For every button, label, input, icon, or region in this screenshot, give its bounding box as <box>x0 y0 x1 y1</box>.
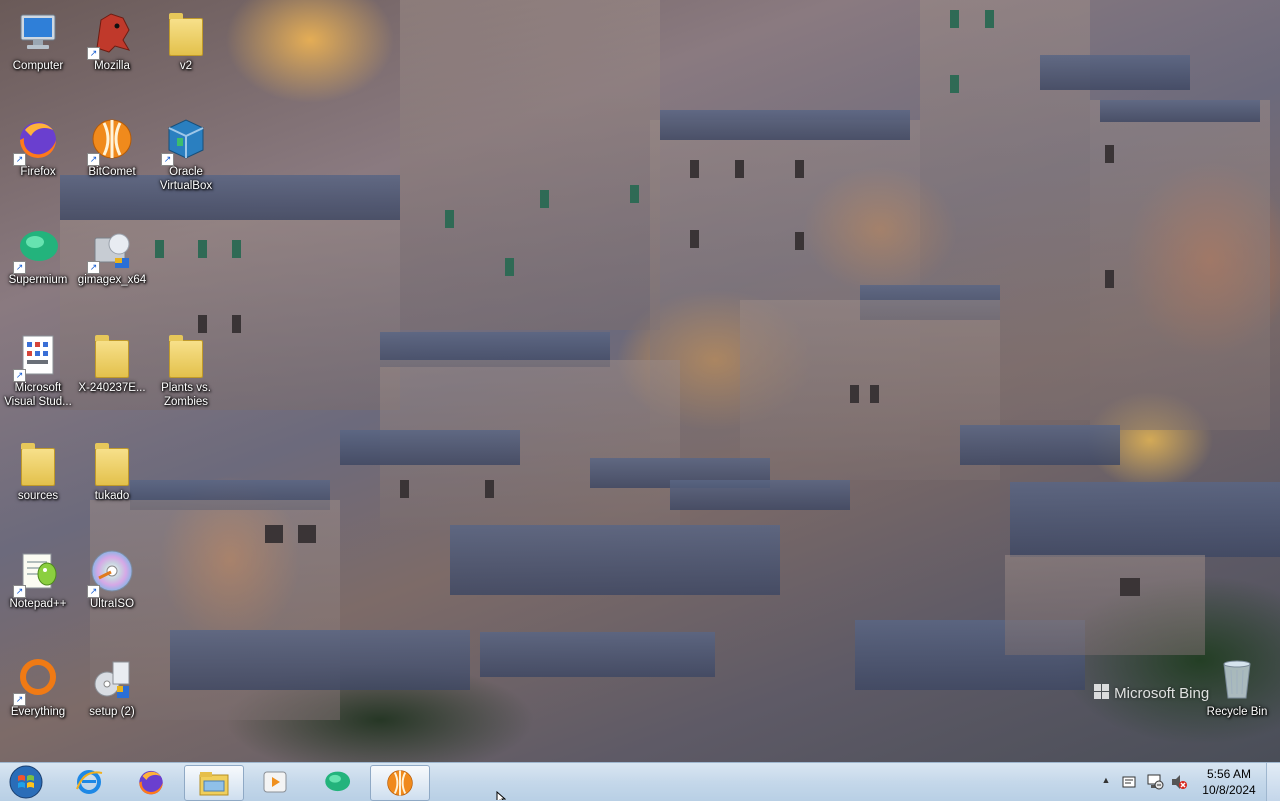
shortcut-arrow-icon: ↗ <box>87 47 100 60</box>
desktop-icon-label: Supermium <box>8 274 68 286</box>
notepadpp-icon: ↗ <box>13 548 61 598</box>
shortcut-arrow-icon: ↗ <box>13 585 26 598</box>
shortcut-arrow-icon: ↗ <box>161 153 174 166</box>
internet-explorer-icon <box>76 770 103 794</box>
firefox-icon <box>139 770 163 795</box>
visual-studio-icon: ↗ <box>13 332 61 382</box>
desktop-icon-sources[interactable]: sources <box>1 434 75 534</box>
desktop-icon-firefox[interactable]: ↗ Firefox <box>1 110 75 210</box>
action-center-icon[interactable] <box>1122 775 1138 789</box>
taskbar-supermium[interactable] <box>308 765 366 799</box>
virtualbox-icon: ↗ <box>161 116 209 166</box>
taskbar-internet-explorer[interactable] <box>60 765 118 799</box>
windows-logo-icon <box>9 765 43 799</box>
shortcut-arrow-icon: ↗ <box>87 153 100 166</box>
desktop-icon-setup[interactable]: setup (2) <box>75 650 149 750</box>
desktop-icon-label: X-240237E... <box>78 382 146 394</box>
desktop-icon-virtualbox[interactable]: ↗ Oracle VirtualBox <box>149 110 223 210</box>
desktop-icon-label: Everything <box>10 706 66 718</box>
folder-icon <box>163 10 209 56</box>
desktop-icon-label: Oracle VirtualBox <box>159 166 213 192</box>
microsoft-logo-icon <box>1094 684 1110 700</box>
desktop-icon-label: tukado <box>94 490 130 502</box>
bing-watermark: Microsoft Bing <box>1094 684 1209 702</box>
desktop-icon-ultraiso[interactable]: ↗ UltraISO <box>75 542 149 642</box>
desktop-icon-label: Computer <box>12 60 64 72</box>
gimagex-icon: ↗ <box>87 224 135 274</box>
desktop-icon-v2[interactable]: v2 <box>149 4 223 104</box>
clock-date: 10/8/2024 <box>1202 783 1256 797</box>
mozilla-icon: ↗ <box>87 10 135 60</box>
desktop-icon-label: BitComet <box>88 166 136 178</box>
desktop-icon-x240237e[interactable]: X-240237E... <box>75 326 149 426</box>
desktop-icon-notepadpp[interactable]: ↗ Notepad++ <box>1 542 75 642</box>
recycle-bin-icon <box>1214 656 1260 702</box>
shortcut-arrow-icon: ↗ <box>13 153 26 166</box>
clock-time: 5:56 AM <box>1206 767 1252 781</box>
folder-icon <box>15 440 61 486</box>
taskbar-clock[interactable]: 5:56 AM 10/8/2024 <box>1196 766 1262 798</box>
desktop-icon-plants-vs-zombies[interactable]: Plants vs. Zombies <box>149 326 223 426</box>
desktop-icon-label: UltraISO <box>89 598 135 610</box>
desktop-icon-label: Firefox <box>20 166 56 178</box>
shortcut-arrow-icon: ↗ <box>87 585 100 598</box>
desktop-icon-visual-studio[interactable]: ↗ Microsoft Visual Stud... <box>1 326 75 426</box>
start-button[interactable] <box>5 765 47 799</box>
volume-muted-icon[interactable] <box>1170 774 1188 790</box>
mouse-cursor-icon <box>496 791 506 800</box>
desktop-icon-label: setup (2) <box>89 706 135 718</box>
desktop-icon-label: Recycle Bin <box>1206 706 1268 718</box>
show-hidden-icons-button[interactable]: ▲ <box>1100 775 1112 789</box>
shortcut-arrow-icon: ↗ <box>13 693 26 706</box>
desktop-icon-recycle-bin[interactable]: Recycle Bin <box>1200 650 1274 750</box>
supermium-icon: ↗ <box>13 224 61 274</box>
shortcut-arrow-icon: ↗ <box>13 369 26 382</box>
bing-watermark-text: Microsoft Bing <box>1114 685 1210 702</box>
media-player-icon <box>263 771 287 793</box>
supermium-icon <box>325 771 351 792</box>
desktop-icon-label: Microsoft Visual Stud... <box>4 382 72 408</box>
folder-icon <box>89 332 135 378</box>
setup-icon <box>89 656 135 702</box>
desktop-icon-label: gimagex_x64 <box>77 274 147 286</box>
desktop-icon-label: Plants vs. Zombies <box>161 382 211 408</box>
desktop-icon-label: v2 <box>179 60 193 72</box>
desktop-icon-computer[interactable]: Computer <box>1 4 75 104</box>
taskbar-media-player[interactable] <box>246 765 304 799</box>
firefox-icon: ↗ <box>13 116 61 166</box>
shortcut-arrow-icon: ↗ <box>87 261 100 274</box>
network-icon[interactable] <box>1146 774 1164 790</box>
desktop-icon-everything[interactable]: ↗ Everything <box>1 650 75 750</box>
bitcomet-icon <box>387 770 413 796</box>
desktop-icon-supermium[interactable]: ↗ Supermium <box>1 218 75 318</box>
taskbar: ▲ 5:56 AM 10/8/2024 <box>0 762 1280 801</box>
folder-icon <box>89 440 135 486</box>
folder-icon <box>163 332 209 378</box>
desktop-icon-mozilla[interactable]: ↗ Mozilla <box>75 4 149 104</box>
taskbar-bitcomet[interactable] <box>370 765 430 801</box>
taskbar-firefox[interactable] <box>122 765 180 799</box>
shortcut-arrow-icon: ↗ <box>13 261 26 274</box>
taskbar-file-explorer[interactable] <box>184 765 244 801</box>
file-explorer-icon <box>199 772 229 796</box>
desktop-icon-bitcomet[interactable]: ↗ BitComet <box>75 110 149 210</box>
desktop-icon-label: Mozilla <box>94 60 130 72</box>
desktop-icon-label: Notepad++ <box>9 598 67 610</box>
everything-icon: ↗ <box>13 656 61 706</box>
bitcomet-icon: ↗ <box>87 116 135 166</box>
computer-icon <box>15 10 61 56</box>
desktop-icon-label: sources <box>17 490 59 502</box>
desktop-icon-gimagex[interactable]: ↗ gimagex_x64 <box>75 218 149 318</box>
show-desktop-button[interactable] <box>1266 763 1280 801</box>
desktop-icon-tukado[interactable]: tukado <box>75 434 149 534</box>
ultraiso-icon: ↗ <box>87 548 135 598</box>
